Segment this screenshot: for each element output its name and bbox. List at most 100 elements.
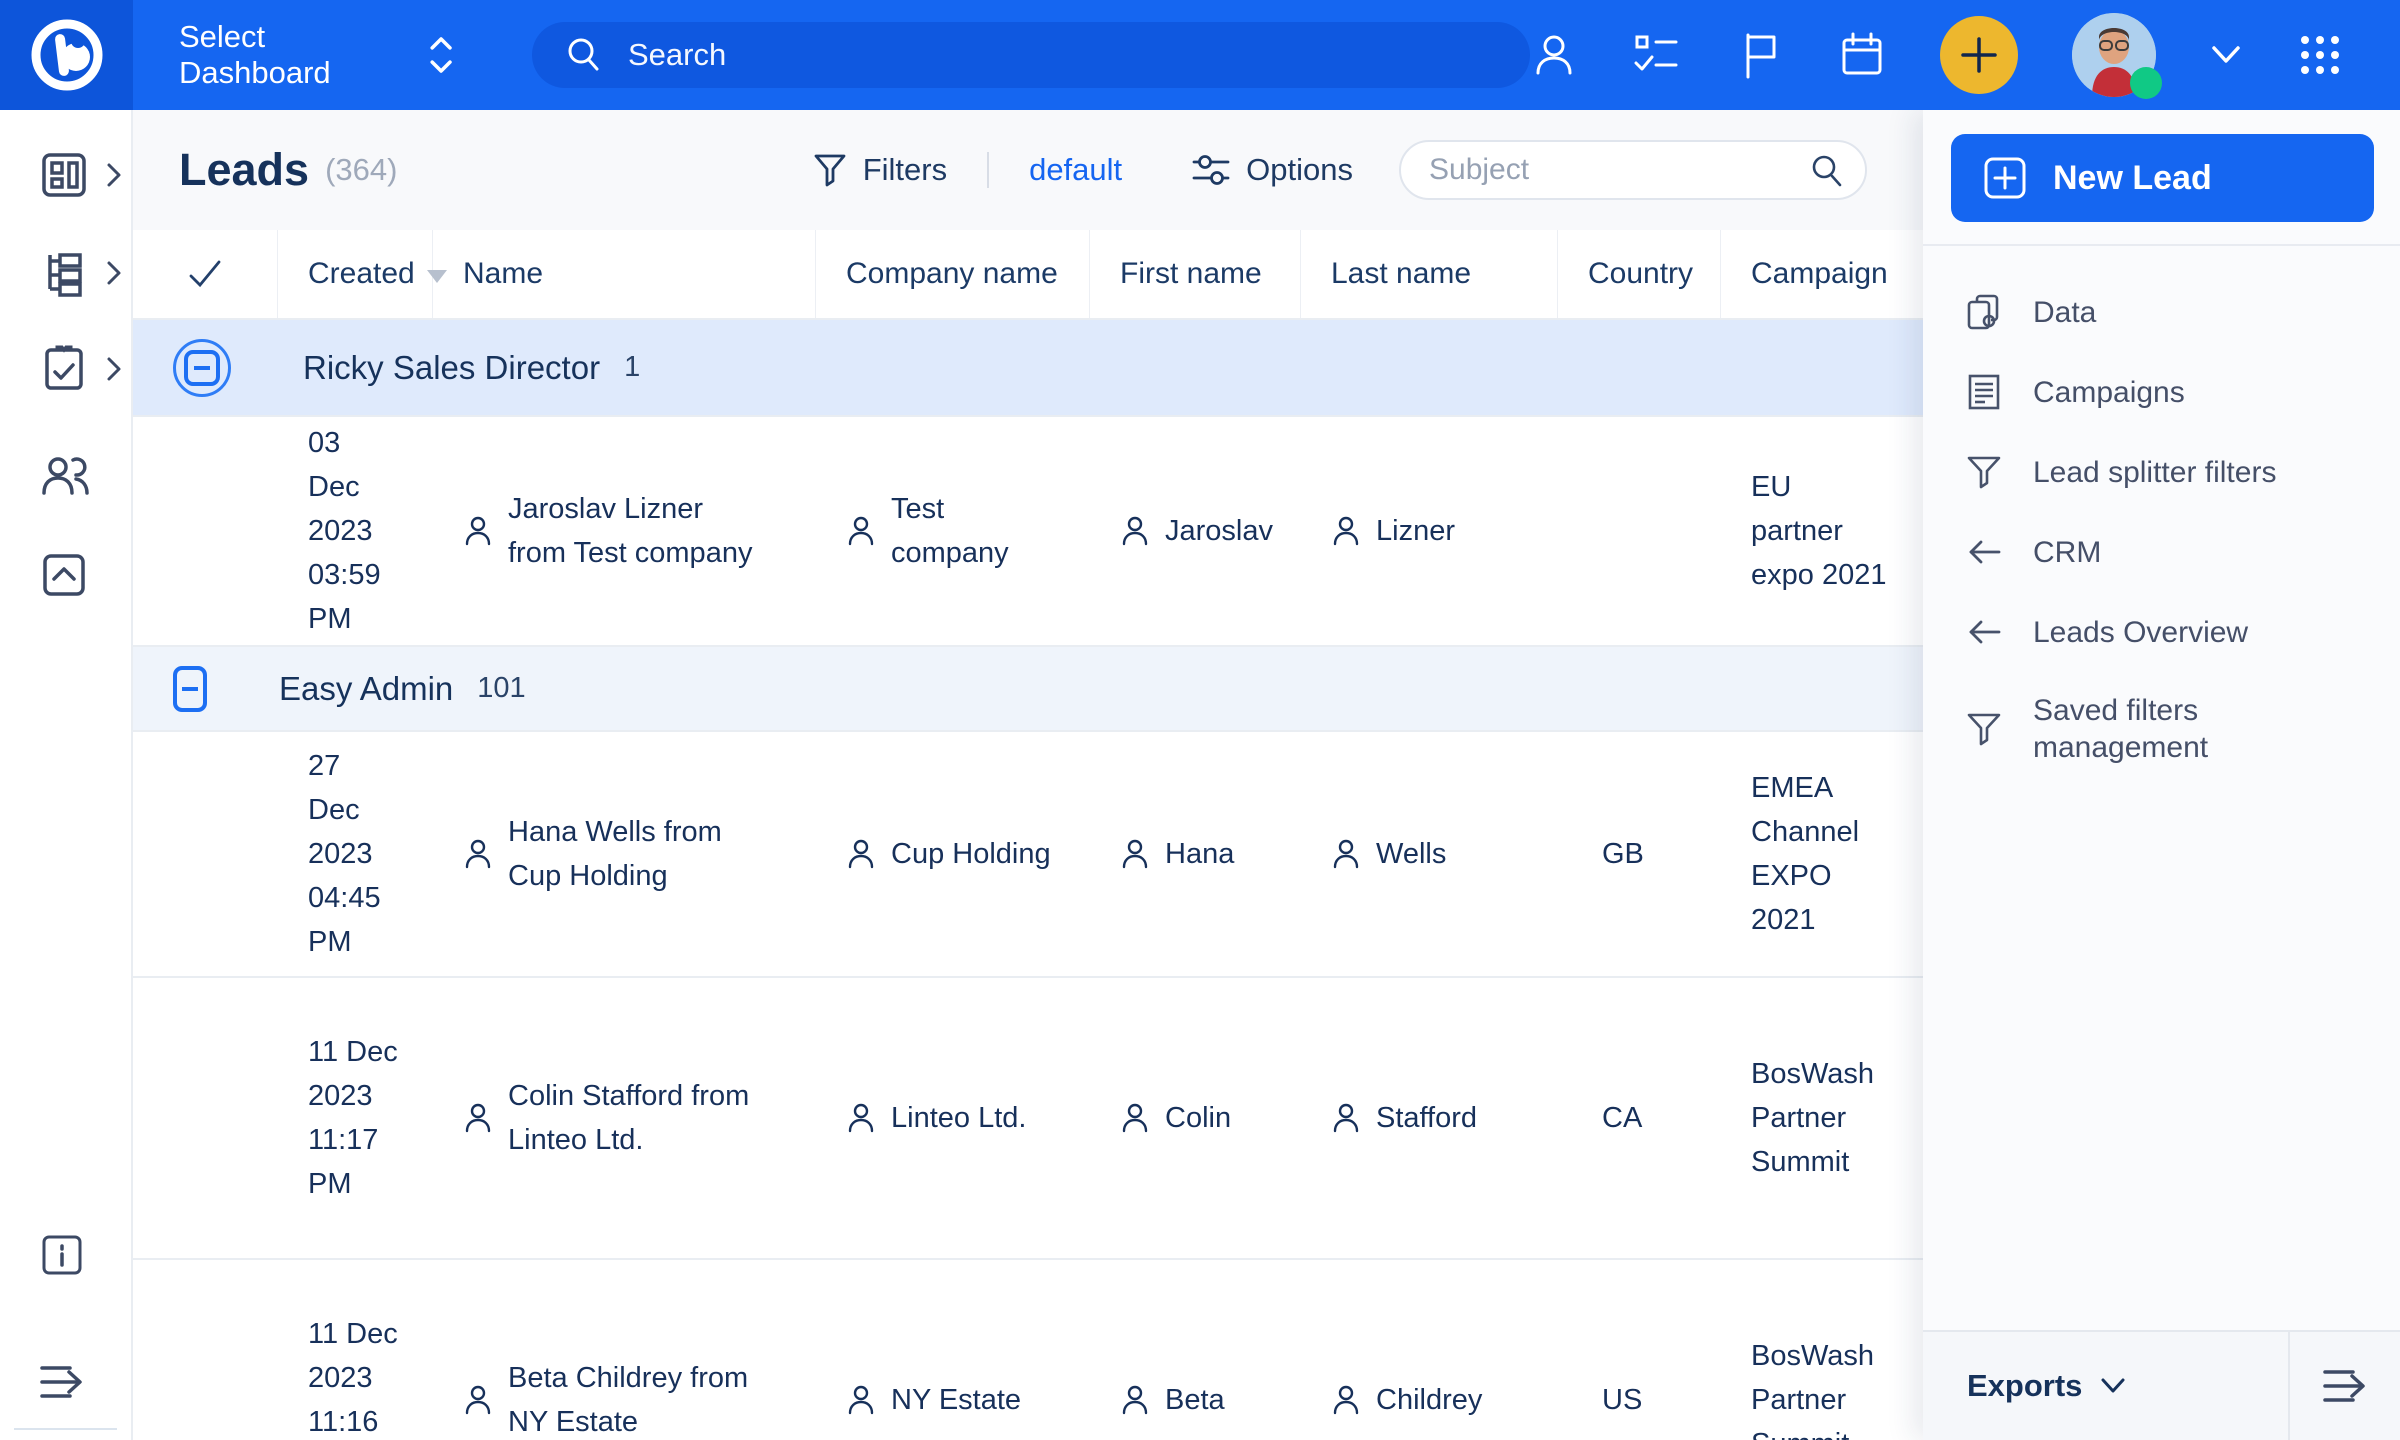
menu-item-campaigns[interactable]: Campaigns — [1923, 352, 2400, 432]
table-row[interactable]: 11 Dec2023 11:17PM Colin Stafford from L… — [133, 976, 1923, 1258]
collapse-group-button[interactable] — [173, 666, 207, 712]
country-cell: US — [1558, 1378, 1721, 1422]
company-cell[interactable]: Test company — [816, 487, 1090, 575]
new-lead-button[interactable]: New Lead — [1951, 134, 2374, 222]
sidebar-item-projects[interactable] — [0, 241, 133, 305]
company-cell[interactable]: NY Estate — [816, 1378, 1090, 1422]
search-icon[interactable] — [1809, 153, 1845, 189]
subject-search-input[interactable] — [1399, 140, 1867, 200]
contact-icon — [846, 1384, 876, 1416]
collapse-panel-icon — [2319, 1363, 2371, 1409]
saved-filter-link[interactable]: default — [1029, 152, 1122, 188]
last-name-cell[interactable]: Lizner — [1301, 509, 1558, 553]
last-name-cell[interactable]: Stafford — [1301, 1096, 1558, 1140]
contacts-icon[interactable] — [1530, 31, 1578, 79]
name-cell[interactable]: Jaroslav Lizner from Test company — [433, 487, 816, 575]
created-cell: 11 Dec2023 11:17PM — [278, 1030, 433, 1206]
select-all-header[interactable] — [133, 230, 278, 318]
contact-icon — [1331, 1384, 1361, 1416]
tasks-checklist-icon[interactable] — [1632, 31, 1682, 79]
menu-item-data[interactable]: Data — [1923, 272, 2400, 352]
page-title: Leads — [179, 144, 309, 196]
chevron-right-icon — [103, 354, 125, 384]
name-cell[interactable]: Colin Stafford from Linteo Ltd. — [433, 1074, 816, 1162]
first-name-cell[interactable]: Hana — [1090, 832, 1301, 876]
campaign-cell: EU partner expo 2021 — [1721, 465, 1923, 597]
sidebar-item-dashboards[interactable] — [0, 143, 133, 207]
app-logo[interactable] — [0, 0, 133, 110]
sidebar-expand-button[interactable] — [0, 1350, 133, 1414]
created-cell: 03Dec 202303:59 PM — [278, 421, 433, 641]
last-name-cell[interactable]: Childrey — [1301, 1378, 1558, 1422]
sidebar-item-tasks[interactable] — [0, 337, 133, 401]
checkmark-icon — [186, 258, 224, 290]
column-header-name[interactable]: Name — [433, 230, 816, 318]
avatar-chevron-down-icon[interactable] — [2210, 44, 2242, 66]
options-button[interactable]: Options — [1192, 152, 1353, 188]
name-cell[interactable]: Hana Wells from Cup Holding — [433, 810, 816, 898]
chevron-right-icon — [103, 258, 125, 288]
column-header-country[interactable]: Country — [1558, 230, 1721, 318]
collapse-group-button[interactable] — [173, 339, 231, 397]
last-name-cell[interactable]: Wells — [1301, 832, 1558, 876]
group-count: 101 — [477, 672, 525, 705]
first-name-cell[interactable]: Jaroslav — [1090, 509, 1301, 553]
filters-button[interactable]: Filters — [813, 152, 947, 188]
column-header-campaign[interactable]: Campaign — [1721, 230, 1923, 318]
users-icon — [36, 447, 94, 503]
sidebar-divider — [14, 1428, 117, 1430]
quick-add-button[interactable] — [1940, 16, 2018, 94]
first-name-cell[interactable]: Colin — [1090, 1096, 1301, 1140]
column-header-first-name[interactable]: First name — [1090, 230, 1301, 318]
country-cell: GB — [1558, 832, 1721, 876]
country-cell: CA — [1558, 1096, 1721, 1140]
company-cell[interactable]: Cup Holding — [816, 832, 1090, 876]
campaigns-document-icon — [1965, 372, 2003, 412]
table-row[interactable]: 11 Dec2023 11:16PM Beta Childrey from NY… — [133, 1258, 1923, 1440]
column-header-last-name[interactable]: Last name — [1301, 230, 1558, 318]
apps-grid-icon[interactable] — [2296, 31, 2344, 79]
options-label: Options — [1246, 152, 1353, 188]
user-avatar[interactable] — [2072, 13, 2156, 97]
contact-icon — [463, 1102, 493, 1134]
dashboard-selector-label: Select Dashboard — [179, 19, 398, 91]
contact-icon — [1331, 515, 1361, 547]
table-row[interactable]: 27Dec 202304:45 PM Hana Wells from Cup H… — [133, 730, 1923, 976]
dashboard-selector[interactable]: Select Dashboard — [179, 19, 456, 91]
global-search[interactable]: Search — [532, 22, 1530, 88]
sidebar-item-info[interactable] — [0, 1223, 133, 1287]
campaign-cell: EMEA Channel EXPO 2021 — [1721, 766, 1923, 942]
page-header: Leads (364) Filters default Options — [133, 110, 1923, 230]
exports-dropdown[interactable]: Exports — [1923, 1332, 2126, 1440]
table-row[interactable]: 03Dec 202303:59 PM Jaroslav Lizner from … — [133, 415, 1923, 645]
column-header-company[interactable]: Company name — [816, 230, 1090, 318]
list-toolbar: Filters default Options — [813, 140, 1867, 200]
sidebar-item-archive[interactable] — [0, 543, 133, 607]
campaign-cell: BosWash Partner Summit — [1721, 1334, 1923, 1440]
collapse-panel-button[interactable] — [2288, 1332, 2400, 1440]
toolbar-divider — [987, 152, 989, 188]
plus-square-icon — [1983, 156, 2027, 200]
arrow-left-icon — [1965, 612, 2003, 652]
company-cell[interactable]: Linteo Ltd. — [816, 1096, 1090, 1140]
contact-icon — [463, 838, 493, 870]
sidebar-item-users[interactable] — [0, 443, 133, 507]
info-icon — [36, 1229, 88, 1281]
group-label: Ricky Sales Director — [303, 349, 600, 387]
menu-item-leads-overview[interactable]: Leads Overview — [1923, 592, 2400, 672]
column-header-created[interactable]: Created — [278, 230, 433, 318]
contact-icon — [846, 838, 876, 870]
name-cell[interactable]: Beta Childrey from NY Estate — [433, 1356, 816, 1440]
contact-icon — [846, 515, 876, 547]
menu-item-lead-splitter-filters[interactable]: Lead splitter filters — [1923, 432, 2400, 512]
panel-menu: Data Campaigns Lead splitter filters C — [1923, 246, 2400, 786]
contact-icon — [1120, 1384, 1150, 1416]
main-content: Leads (364) Filters default Options — [133, 110, 1923, 1440]
menu-item-crm[interactable]: CRM — [1923, 512, 2400, 592]
contact-icon — [463, 515, 493, 547]
menu-item-saved-filters-management[interactable]: Saved filters management — [1923, 672, 2400, 786]
contact-icon — [1120, 838, 1150, 870]
flag-icon[interactable] — [1736, 31, 1784, 79]
first-name-cell[interactable]: Beta — [1090, 1378, 1301, 1422]
calendar-icon[interactable] — [1838, 31, 1886, 79]
